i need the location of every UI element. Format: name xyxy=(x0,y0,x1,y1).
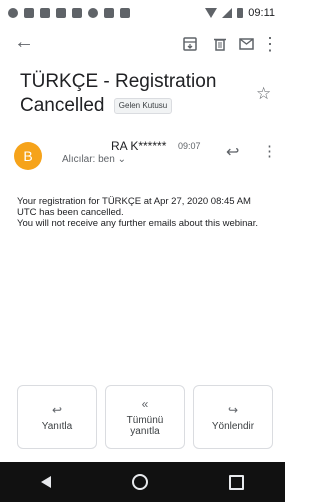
reply-icon[interactable]: ↩ xyxy=(226,142,239,162)
status-time: 09:11 xyxy=(248,7,275,19)
reply-all-icon: « xyxy=(141,397,149,411)
email-subject: TÜRKÇE - Registration Cancelled Gelen Ku… xyxy=(20,70,245,118)
email-body: Your registration for TÜRKÇE at Apr 27, … xyxy=(17,196,272,229)
inbox-label-chip[interactable]: Gelen Kutusu xyxy=(113,97,173,114)
battery-icon xyxy=(237,8,244,18)
sim-icon xyxy=(56,8,66,18)
reply-button[interactable]: ↩ Yanıtla xyxy=(17,385,97,449)
body-line: Your registration for TÜRKÇE at Apr 27, … xyxy=(17,196,251,218)
sender-row: B RA K****** 09:07 Alıcılar: ben ⌄ ↩ ⋮ xyxy=(0,138,285,178)
wifi-icon xyxy=(205,8,218,18)
signal-icon xyxy=(222,8,233,18)
more-vert-icon[interactable]: ⋮ xyxy=(260,34,280,54)
mail-icon[interactable] xyxy=(236,34,256,54)
reply-label: Yanıtla xyxy=(41,420,73,432)
recipient-details[interactable]: Alıcılar: ben ⌄ xyxy=(62,154,126,165)
star-icon[interactable]: ☆ xyxy=(256,84,271,104)
nav-recents-icon[interactable] xyxy=(229,474,245,490)
notification-icons xyxy=(0,8,130,18)
image-icon xyxy=(72,8,82,18)
message-more-icon[interactable]: ⋮ xyxy=(262,142,277,160)
chrome-icon xyxy=(88,8,98,18)
calendar-icon xyxy=(104,8,114,18)
status-bar: 09:11 xyxy=(0,0,285,26)
nav-home-icon[interactable] xyxy=(131,474,148,490)
forward-label: Yönlendir xyxy=(211,420,255,432)
reply-icon: ↩ xyxy=(51,402,63,417)
store-icon xyxy=(120,8,130,18)
email-toolbar: ← ⋮ xyxy=(0,28,285,60)
forward-icon: ↪ xyxy=(227,402,239,417)
arrow-left-icon[interactable]: ← xyxy=(14,31,34,53)
forward-button[interactable]: ↪ Yönlendir xyxy=(193,385,273,449)
facebook-icon xyxy=(24,8,34,18)
archive-icon[interactable] xyxy=(180,34,200,54)
volume-icon xyxy=(8,8,18,18)
android-nav-bar xyxy=(0,462,285,502)
trash-icon[interactable] xyxy=(210,34,230,54)
body-line: You will not receive any further emails … xyxy=(17,218,258,229)
reply-actions: ↩ Yanıtla « Tümünü yanıtla ↪ Yönlendir xyxy=(17,385,273,449)
reply-all-button[interactable]: « Tümünü yanıtla xyxy=(105,385,185,449)
sender-time: 09:07 xyxy=(178,141,201,151)
avatar[interactable]: B xyxy=(14,142,42,170)
reply-all-label: Tümünü yanıtla xyxy=(126,415,164,437)
nav-back-icon[interactable] xyxy=(40,476,51,488)
usb-icon xyxy=(40,8,50,18)
sender-name: RA K****** xyxy=(111,139,167,153)
